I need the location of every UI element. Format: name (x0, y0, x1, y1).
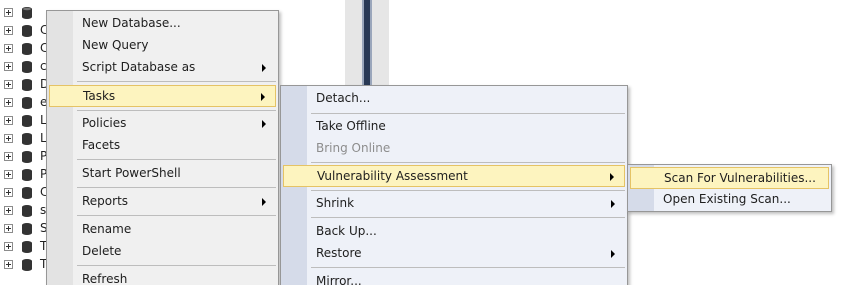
database-icon (22, 133, 32, 145)
database-icon (22, 205, 32, 217)
menu-item-label: Delete (82, 244, 122, 258)
database-icon (22, 7, 32, 19)
menu-separator (77, 81, 276, 82)
expand-icon[interactable] (4, 116, 13, 125)
menu-item-start-powershell[interactable]: Start PowerShell (49, 163, 276, 185)
menu-item-delete[interactable]: Delete (49, 241, 276, 263)
database-icon (22, 25, 32, 37)
database-context-menu: New Database... New Query Script Databas… (46, 10, 279, 285)
menu-item-new-query[interactable]: New Query (49, 35, 276, 57)
submenu-arrow-icon (262, 198, 266, 206)
menu-item-label: Open Existing Scan... (663, 192, 791, 206)
menu-item-label: Tasks (83, 89, 116, 103)
menu-item-tasks[interactable]: Tasks (49, 85, 276, 107)
submenu-arrow-icon (261, 93, 265, 101)
menu-item-refresh[interactable]: Refresh (49, 269, 276, 285)
menu-item-label: Facets (82, 138, 121, 152)
menu-item-label: Back Up... (316, 224, 377, 238)
menu-separator (77, 110, 276, 111)
menu-separator (311, 217, 625, 218)
database-icon (22, 241, 32, 253)
menu-item-label: Start PowerShell (82, 166, 181, 180)
expand-icon[interactable] (4, 134, 13, 143)
menu-item-label: Reports (82, 194, 129, 208)
menu-item-script-database-as[interactable]: Script Database as (49, 57, 276, 79)
menu-item-label: New Query (82, 38, 149, 52)
menu-item-label: Detach... (316, 91, 371, 105)
menu-item-scan-for-vulnerabilities[interactable]: Scan For Vulnerabilities... (630, 167, 829, 189)
expand-icon[interactable] (4, 152, 13, 161)
expand-icon[interactable] (4, 206, 13, 215)
menu-item-label: Policies (82, 116, 127, 130)
database-icon (22, 43, 32, 55)
menu-item-label: Shrink (316, 196, 355, 210)
expand-icon[interactable] (4, 260, 13, 269)
menu-item-label: Bring Online (316, 141, 391, 155)
menu-item-label: Rename (82, 222, 132, 236)
database-icon (22, 97, 32, 109)
expand-icon[interactable] (4, 62, 13, 71)
expand-icon[interactable] (4, 188, 13, 197)
menu-item-detach[interactable]: Detach... (283, 88, 625, 110)
tasks-submenu: Detach... Take Offline Bring Online Vuln… (280, 85, 628, 285)
menu-separator (311, 113, 625, 114)
menu-item-label: Take Offline (316, 119, 386, 133)
expand-icon[interactable] (4, 224, 13, 233)
menu-item-open-existing-scan[interactable]: Open Existing Scan... (630, 189, 829, 211)
menu-item-label: Script Database as (82, 60, 196, 74)
menu-item-back-up[interactable]: Back Up... (283, 221, 625, 243)
menu-item-label: New Database... (82, 16, 181, 30)
expand-icon[interactable] (4, 8, 13, 17)
submenu-arrow-icon (610, 173, 614, 181)
menu-separator (77, 265, 276, 266)
menu-separator (77, 159, 276, 160)
menu-item-bring-online: Bring Online (283, 138, 625, 160)
menu-item-rename[interactable]: Rename (49, 219, 276, 241)
expand-icon[interactable] (4, 242, 13, 251)
menu-item-label: Vulnerability Assessment (317, 169, 468, 183)
vulnerability-assessment-submenu: Scan For Vulnerabilities... Open Existin… (627, 164, 832, 212)
expand-icon[interactable] (4, 26, 13, 35)
submenu-arrow-icon (262, 64, 266, 72)
database-icon (22, 169, 32, 181)
menu-item-facets[interactable]: Facets (49, 135, 276, 157)
menu-item-reports[interactable]: Reports (49, 191, 276, 213)
database-icon (22, 187, 32, 199)
expand-icon[interactable] (4, 170, 13, 179)
menu-item-vulnerability-assessment[interactable]: Vulnerability Assessment (283, 165, 625, 187)
submenu-arrow-icon (611, 250, 615, 258)
menu-item-mirror[interactable]: Mirror... (283, 271, 625, 285)
menu-item-restore[interactable]: Restore (283, 243, 625, 265)
database-icon (22, 115, 32, 127)
menu-item-new-database[interactable]: New Database... (49, 13, 276, 35)
menu-separator (77, 187, 276, 188)
menu-item-policies[interactable]: Policies (49, 113, 276, 135)
menu-separator (77, 215, 276, 216)
expand-icon[interactable] (4, 98, 13, 107)
menu-separator (311, 190, 625, 191)
database-icon (22, 79, 32, 91)
expand-icon[interactable] (4, 80, 13, 89)
database-icon (22, 151, 32, 163)
menu-item-label: Restore (316, 246, 362, 260)
menu-item-shrink[interactable]: Shrink (283, 193, 625, 215)
database-icon (22, 223, 32, 235)
pane-splitter-handle[interactable] (362, 0, 372, 90)
menu-item-label: Mirror... (316, 274, 362, 285)
database-icon (22, 259, 32, 271)
menu-item-label: Scan For Vulnerabilities... (664, 171, 816, 185)
menu-item-take-offline[interactable]: Take Offline (283, 116, 625, 138)
menu-separator (311, 267, 625, 268)
menu-separator (311, 162, 625, 163)
submenu-arrow-icon (262, 120, 266, 128)
submenu-arrow-icon (611, 200, 615, 208)
expand-icon[interactable] (4, 44, 13, 53)
menu-item-label: Refresh (82, 272, 128, 285)
database-icon (22, 61, 32, 73)
